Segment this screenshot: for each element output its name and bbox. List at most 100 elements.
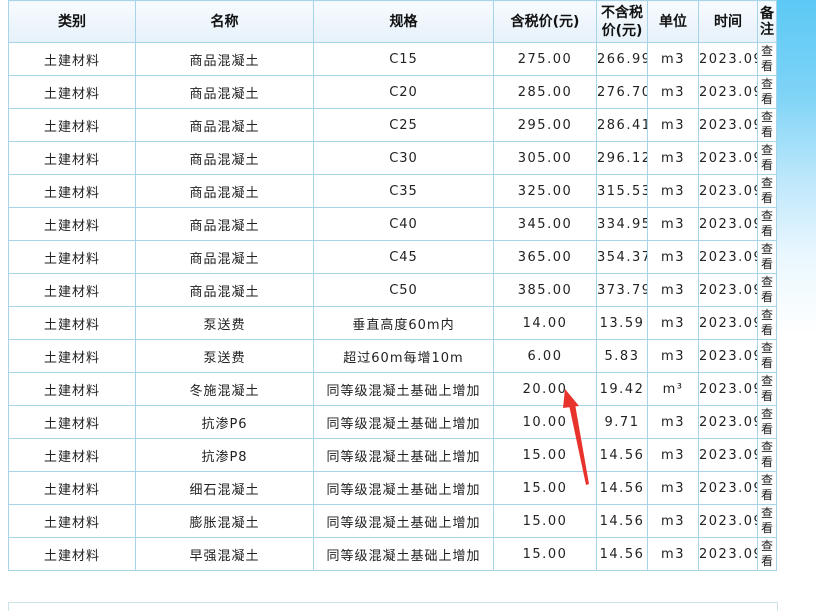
cell-price-tax: 285.00 — [493, 75, 597, 109]
cell-category: 土建材料 — [8, 141, 136, 175]
table-row: 土建材料 商品混凝土 C45 365.00 354.37 m3 2023.09 查看 — [8, 240, 777, 274]
cell-unit: m3 — [647, 504, 699, 538]
cell-category: 土建材料 — [8, 339, 136, 373]
view-link[interactable]: 查看 — [757, 174, 777, 208]
price-table-container: 类别 名称 规格 含税价(元) 不含税价(元) 单位 时间 备注 土建材料 商品混… — [8, 0, 777, 571]
header-price-tax: 含税价(元) — [493, 0, 597, 43]
cell-price-notax: 286.41 — [596, 108, 648, 142]
cell-time: 2023.09 — [698, 75, 758, 109]
cell-price-tax: 15.00 — [493, 504, 597, 538]
cell-unit: m3 — [647, 207, 699, 241]
cell-unit: m3 — [647, 240, 699, 274]
cell-price-notax: 14.56 — [596, 471, 648, 505]
cell-price-notax: 354.37 — [596, 240, 648, 274]
view-link[interactable]: 查看 — [757, 207, 777, 241]
cell-category: 土建材料 — [8, 108, 136, 142]
cell-unit: m3 — [647, 438, 699, 472]
header-spec: 规格 — [313, 0, 494, 43]
view-link[interactable]: 查看 — [757, 471, 777, 505]
cell-unit: m3 — [647, 174, 699, 208]
cell-price-notax: 14.56 — [596, 504, 648, 538]
view-link[interactable]: 查看 — [757, 438, 777, 472]
cell-time: 2023.09 — [698, 306, 758, 340]
cell-price-tax: 14.00 — [493, 306, 597, 340]
cell-category: 土建材料 — [8, 207, 136, 241]
cell-time: 2023.09 — [698, 108, 758, 142]
cell-name: 商品混凝土 — [135, 108, 314, 142]
cell-spec: 垂直高度60m内 — [313, 306, 494, 340]
cell-category: 土建材料 — [8, 240, 136, 274]
cell-category: 土建材料 — [8, 174, 136, 208]
cell-category: 土建材料 — [8, 504, 136, 538]
cell-time: 2023.09 — [698, 240, 758, 274]
cell-name: 泵送费 — [135, 306, 314, 340]
cell-price-tax: 385.00 — [493, 273, 597, 307]
table-row: 土建材料 冬施混凝土 同等级混凝土基础上增加 20.00 19.42 m³ 2023.09 查… — [8, 372, 777, 406]
cell-time: 2023.09 — [698, 339, 758, 373]
table-row: 土建材料 商品混凝土 C20 285.00 276.70 m3 2023.09 查看 — [8, 75, 777, 109]
view-link[interactable]: 查看 — [757, 141, 777, 175]
cell-time: 2023.09 — [698, 372, 758, 406]
view-link[interactable]: 查看 — [757, 537, 777, 571]
cell-price-notax: 276.70 — [596, 75, 648, 109]
view-link[interactable]: 查看 — [757, 504, 777, 538]
view-link[interactable]: 查看 — [757, 405, 777, 439]
cell-price-notax: 14.56 — [596, 537, 648, 571]
header-unit: 单位 — [647, 0, 699, 43]
cell-price-tax: 345.00 — [493, 207, 597, 241]
view-link[interactable]: 查看 — [757, 240, 777, 274]
cell-spec: 同等级混凝土基础上增加 — [313, 405, 494, 439]
cell-price-tax: 325.00 — [493, 174, 597, 208]
view-link[interactable]: 查看 — [757, 372, 777, 406]
view-link[interactable]: 查看 — [757, 273, 777, 307]
cell-category: 土建材料 — [8, 405, 136, 439]
cell-unit: m3 — [647, 405, 699, 439]
table-row: 土建材料 商品混凝土 C50 385.00 373.79 m3 2023.09 查看 — [8, 273, 777, 307]
view-link[interactable]: 查看 — [757, 306, 777, 340]
view-link[interactable]: 查看 — [757, 75, 777, 109]
cell-category: 土建材料 — [8, 372, 136, 406]
cell-unit: m3 — [647, 306, 699, 340]
view-link[interactable]: 查看 — [757, 108, 777, 142]
cell-spec: C20 — [313, 75, 494, 109]
cell-price-notax: 334.95 — [596, 207, 648, 241]
cell-name: 商品混凝土 — [135, 240, 314, 274]
table-row: 土建材料 泵送费 垂直高度60m内 14.00 13.59 m3 2023.09 查看 — [8, 306, 777, 340]
view-link[interactable]: 查看 — [757, 339, 777, 373]
view-link[interactable]: 查看 — [757, 42, 777, 76]
cell-price-notax: 9.71 — [596, 405, 648, 439]
cell-price-notax: 14.56 — [596, 438, 648, 472]
table-row: 土建材料 细石混凝土 同等级混凝土基础上增加 15.00 14.56 m3 2023.09 查… — [8, 471, 777, 505]
cell-name: 膨胀混凝土 — [135, 504, 314, 538]
header-price-notax: 不含税价(元) — [596, 0, 648, 43]
cell-name: 泵送费 — [135, 339, 314, 373]
table-row: 土建材料 商品混凝土 C30 305.00 296.12 m3 2023.09 查看 — [8, 141, 777, 175]
cell-price-notax: 5.83 — [596, 339, 648, 373]
cell-name: 抗渗P6 — [135, 405, 314, 439]
cell-name: 商品混凝土 — [135, 174, 314, 208]
red-arrow-icon — [563, 389, 589, 485]
cell-name: 商品混凝土 — [135, 273, 314, 307]
cell-unit: m3 — [647, 108, 699, 142]
price-table: 类别 名称 规格 含税价(元) 不含税价(元) 单位 时间 备注 土建材料 商品混… — [8, 0, 777, 571]
cell-price-notax: 13.59 — [596, 306, 648, 340]
table-row: 土建材料 商品混凝土 C40 345.00 334.95 m3 2023.09 查看 — [8, 207, 777, 241]
cell-category: 土建材料 — [8, 471, 136, 505]
cell-spec: C50 — [313, 273, 494, 307]
cell-time: 2023.09 — [698, 273, 758, 307]
cell-spec: C40 — [313, 207, 494, 241]
cell-unit: m3 — [647, 42, 699, 76]
cell-category: 土建材料 — [8, 537, 136, 571]
table-row: 土建材料 泵送费 超过60m每增10m 6.00 5.83 m3 2023.09 查看 — [8, 339, 777, 373]
table-row: 土建材料 膨胀混凝土 同等级混凝土基础上增加 15.00 14.56 m3 2023.09 查… — [8, 504, 777, 538]
cell-spec: C25 — [313, 108, 494, 142]
cell-spec: 同等级混凝土基础上增加 — [313, 438, 494, 472]
cell-unit: m3 — [647, 471, 699, 505]
cell-time: 2023.09 — [698, 504, 758, 538]
cell-unit: m3 — [647, 273, 699, 307]
cell-price-tax: 15.00 — [493, 537, 597, 571]
cell-name: 商品混凝土 — [135, 207, 314, 241]
cell-time: 2023.09 — [698, 207, 758, 241]
cell-name: 商品混凝土 — [135, 141, 314, 175]
cell-category: 土建材料 — [8, 273, 136, 307]
